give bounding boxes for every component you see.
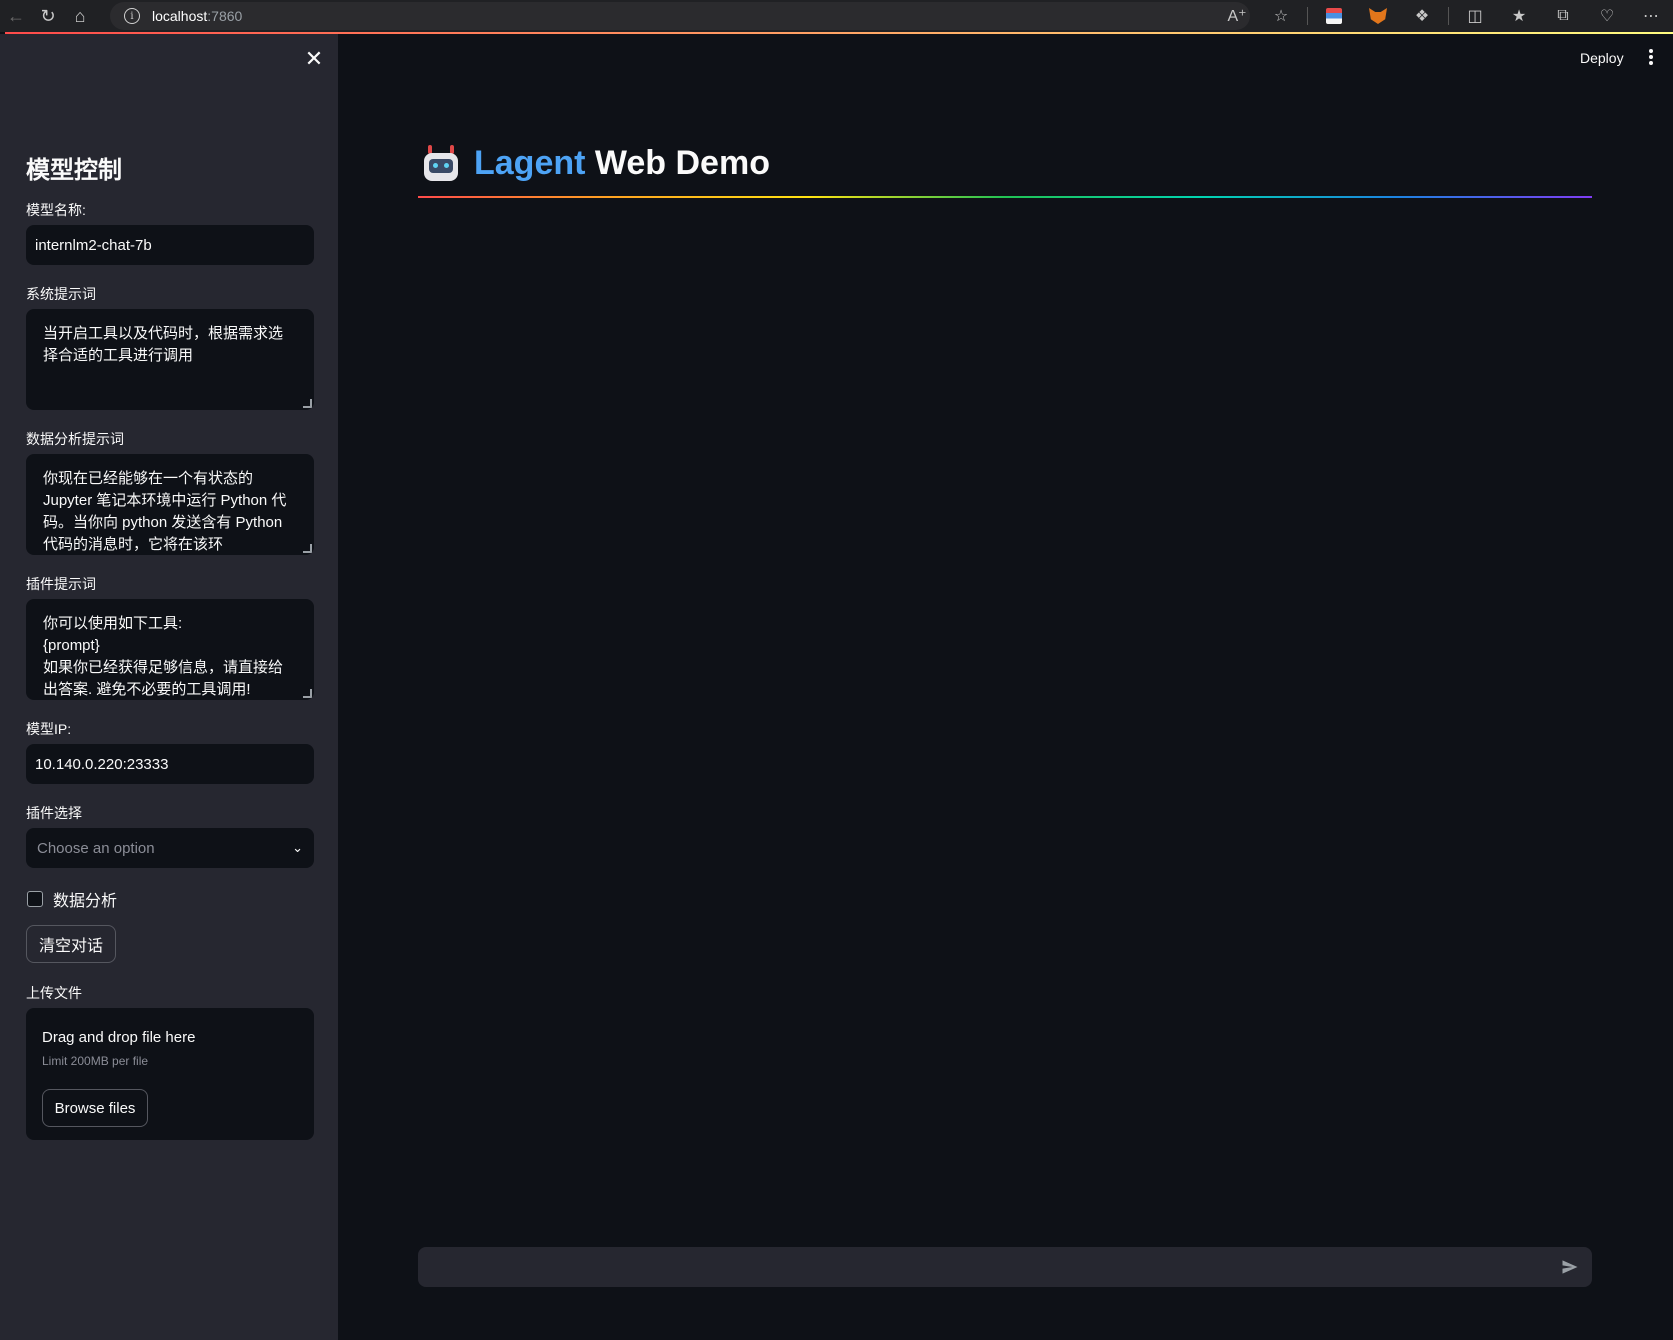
- plugin-prompt-label: 插件提示词: [26, 576, 96, 592]
- read-aloud-icon[interactable]: A⁺: [1215, 0, 1259, 32]
- reload-icon[interactable]: ↻: [32, 2, 64, 30]
- main-content: Deploy Lagent Web Demo: [338, 34, 1673, 1340]
- close-sidebar-icon[interactable]: ✕: [303, 48, 325, 70]
- title-rest: Web Demo: [594, 144, 770, 182]
- model-name-label: 模型名称:: [26, 202, 86, 218]
- model-ip-label: 模型IP:: [26, 721, 72, 737]
- send-icon[interactable]: [1560, 1257, 1580, 1277]
- browser-toolbar: ← ↻ ⌂ i localhost:7860 A⁺ ☆ ❖ ◫ ★ ⧉ ♡ ⋯: [0, 0, 1673, 32]
- chat-input-bar: [418, 1247, 1592, 1287]
- title-accent: Lagent: [474, 144, 586, 182]
- deploy-button[interactable]: Deploy: [1580, 50, 1624, 66]
- dropzone-title: Drag and drop file here: [42, 1029, 196, 1046]
- more-menu-icon[interactable]: ⋯: [1629, 0, 1673, 32]
- split-screen-icon[interactable]: ◫: [1453, 0, 1497, 32]
- clear-chat-button[interactable]: 清空对话: [26, 925, 116, 963]
- file-dropzone[interactable]: Drag and drop file here Limit 200MB per …: [26, 1008, 314, 1140]
- plugin-prompt-textarea[interactable]: 你可以使用如下工具: {prompt} 如果你已经获得足够信息，请直接给出答案.…: [26, 599, 314, 700]
- site-info-icon[interactable]: i: [124, 8, 140, 24]
- chevron-down-icon: ⌄: [292, 840, 303, 855]
- main-menu-icon[interactable]: [1644, 46, 1658, 68]
- data-analysis-checkbox[interactable]: [27, 891, 43, 907]
- back-icon[interactable]: ←: [0, 2, 32, 30]
- system-prompt-label: 系统提示词: [26, 286, 96, 302]
- home-icon[interactable]: ⌂: [64, 2, 96, 30]
- system-prompt-textarea[interactable]: 当开启工具以及代码时，根据需求选择合适的工具进行调用: [26, 309, 314, 410]
- extensions-puzzle-icon[interactable]: ❖: [1400, 0, 1444, 32]
- browse-files-button[interactable]: Browse files: [42, 1089, 148, 1127]
- model-ip-input[interactable]: 10.140.0.220:23333: [26, 744, 314, 784]
- data-analysis-prompt-label: 数据分析提示词: [26, 431, 124, 447]
- sidebar-title: 模型控制: [26, 157, 122, 184]
- data-analysis-prompt-textarea[interactable]: 你现在已经能够在一个有状态的 Jupyter 笔记本环境中运行 Python 代…: [26, 454, 314, 555]
- dropzone-limit: Limit 200MB per file: [42, 1054, 149, 1068]
- plugin-select-placeholder: Choose an option: [37, 839, 155, 857]
- chat-input[interactable]: [418, 1247, 1538, 1287]
- title-divider: [418, 196, 1592, 198]
- favorites-list-icon[interactable]: ★: [1497, 0, 1541, 32]
- url-port: :7860: [207, 8, 243, 24]
- data-analysis-checkbox-row[interactable]: 数据分析: [27, 887, 117, 911]
- plugin-select[interactable]: Choose an option ⌄: [26, 828, 314, 868]
- plugin-select-label: 插件选择: [26, 805, 82, 821]
- browser-health-icon[interactable]: ♡: [1585, 0, 1629, 32]
- robot-icon: [422, 144, 460, 183]
- extension-a-icon[interactable]: [1312, 0, 1356, 32]
- page-title: Lagent Web Demo: [422, 144, 770, 183]
- address-bar[interactable]: i localhost:7860: [110, 2, 1250, 30]
- url-host: localhost: [152, 8, 208, 24]
- model-name-input[interactable]: internlm2-chat-7b: [26, 225, 314, 265]
- collections-icon[interactable]: ⧉: [1541, 0, 1585, 32]
- upload-label: 上传文件: [26, 985, 82, 1001]
- favorite-star-icon[interactable]: ☆: [1259, 0, 1303, 32]
- sidebar: ✕ 模型控制 模型名称: internlm2-chat-7b 系统提示词 当开启…: [0, 34, 338, 1340]
- metamask-fox-icon[interactable]: [1356, 0, 1400, 32]
- data-analysis-checkbox-label: 数据分析: [53, 893, 118, 910]
